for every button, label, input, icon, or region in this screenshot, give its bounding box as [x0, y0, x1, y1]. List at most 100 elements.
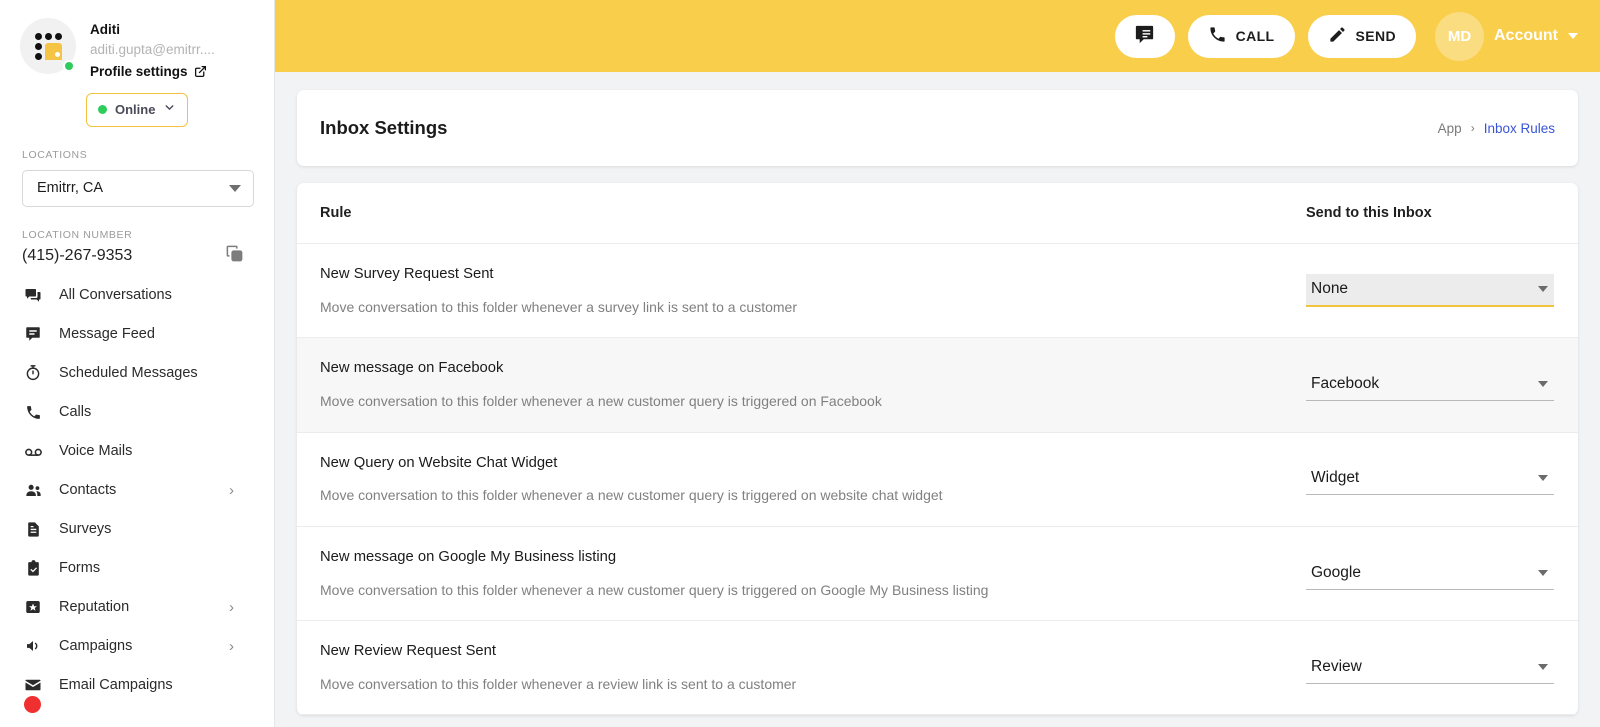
inbox-select-value: Review	[1311, 657, 1362, 675]
call-button-label: CALL	[1235, 28, 1275, 44]
sidebar-item-reputation[interactable]: Reputation ›	[0, 588, 274, 627]
sidebar-item-campaigns[interactable]: Campaigns ›	[0, 627, 274, 666]
breadcrumb: App › Inbox Rules	[1438, 121, 1555, 136]
locations-label: LOCATIONS	[22, 148, 88, 161]
reputation-star-icon	[22, 598, 44, 616]
breadcrumb-current[interactable]: Inbox Rules	[1484, 121, 1555, 136]
chevron-down-icon	[1568, 33, 1578, 39]
external-link-icon	[194, 65, 207, 78]
location-number-label: LOCATION NUMBER	[22, 228, 133, 241]
sidebar-item-label: Reputation	[59, 599, 130, 616]
status-label: Online	[115, 102, 156, 118]
profile-email: aditi.gupta@emitrr....	[90, 42, 215, 58]
copy-icon[interactable]	[225, 244, 244, 268]
inbox-select[interactable]: Facebook	[1306, 369, 1554, 401]
rule-title: New message on Facebook	[320, 360, 504, 377]
campaigns-megaphone-icon	[22, 637, 44, 655]
chevron-down-icon	[1538, 286, 1548, 293]
rule-title: New Query on Website Chat Widget	[320, 454, 558, 471]
location-select-value: Emitrr, CA	[37, 180, 104, 197]
send-button[interactable]: SEND	[1307, 14, 1416, 58]
location-number-row: (415)-267-9353	[0, 241, 274, 268]
chevron-right-icon: ›	[229, 637, 234, 655]
sidebar-item-forms[interactable]: Forms	[0, 549, 274, 588]
rule-description: Move conversation to this folder wheneve…	[320, 298, 797, 315]
profile-name: Aditi	[90, 22, 120, 37]
table-row: New Query on Website Chat Widget Move co…	[297, 433, 1578, 527]
chevron-right-icon: ›	[229, 481, 234, 499]
sidebar-item-label: Forms	[59, 560, 101, 577]
location-number-value: (415)-267-9353	[22, 246, 133, 264]
sidebar-item-all-conversations[interactable]: All Conversations	[0, 276, 274, 315]
location-select[interactable]: Emitrr, CA	[22, 169, 254, 207]
rule-description: Move conversation to this folder wheneve…	[320, 675, 797, 692]
sidebar: Aditi aditi.gupta@emitrr.... Profile set…	[0, 0, 275, 727]
account-menu[interactable]: MD Account	[1435, 11, 1578, 61]
inbox-select[interactable]: Widget	[1306, 463, 1554, 496]
sidebar-item-label: Calls	[59, 404, 92, 421]
rule-title: New message on Google My Business listin…	[320, 548, 617, 565]
send-button-label: SEND	[1355, 28, 1396, 44]
phone-icon	[22, 404, 44, 421]
survey-document-icon	[22, 521, 44, 538]
chevron-down-icon	[163, 101, 176, 119]
table-header-row: Rule Send to this Inbox	[297, 183, 1578, 244]
table-row: New Survey Request Sent Move conversatio…	[297, 244, 1578, 339]
sidebar-item-surveys[interactable]: Surveys	[0, 510, 274, 549]
rule-title: New Survey Request Sent	[320, 266, 494, 282]
email-envelope-icon	[22, 676, 44, 694]
inbox-select-value: Facebook	[1311, 374, 1380, 392]
rule-description: Move conversation to this folder wheneve…	[320, 393, 882, 409]
chevron-down-icon	[1538, 380, 1548, 387]
breadcrumb-root[interactable]: App	[1438, 121, 1462, 136]
profile-settings-link[interactable]: Profile settings	[90, 61, 215, 83]
top-header-bar: CALL SEND MD Account	[275, 0, 1600, 72]
sidebar-item-label: Scheduled Messages	[59, 365, 198, 382]
sidebar-item-voice-mails[interactable]: Voice Mails	[0, 432, 274, 471]
status-indicator-dot	[98, 105, 107, 115]
call-button[interactable]: CALL	[1187, 14, 1295, 58]
sidebar-item-contacts[interactable]: Contacts ›	[0, 471, 274, 510]
account-label: Account	[1494, 27, 1558, 44]
avatar[interactable]	[20, 18, 76, 74]
chevron-down-icon	[1538, 569, 1548, 576]
table-row: New message on Google My Business listin…	[297, 527, 1578, 622]
page-title: Inbox Settings	[320, 117, 448, 138]
page-header-card: Inbox Settings App › Inbox Rules	[297, 90, 1578, 166]
sidebar-item-label: Voice Mails	[59, 443, 133, 460]
message-feed-icon	[22, 325, 44, 343]
sidebar-item-label: Campaigns	[59, 638, 133, 655]
rule-description: Move conversation to this folder wheneve…	[320, 487, 943, 504]
inbox-select[interactable]: Review	[1306, 652, 1554, 684]
sidebar-item-calls[interactable]: Calls	[0, 393, 274, 432]
column-header-rule: Rule	[320, 205, 352, 221]
status-dropdown[interactable]: Online	[86, 92, 189, 127]
voicemail-icon	[22, 442, 44, 461]
sidebar-item-label: All Conversations	[59, 287, 172, 304]
inbox-select[interactable]: None	[1306, 274, 1554, 308]
pencil-icon	[1328, 25, 1347, 47]
sidebar-item-scheduled-messages[interactable]: Scheduled Messages	[0, 354, 274, 393]
inbox-select-value: Google	[1311, 563, 1361, 581]
forms-clipboard-icon	[22, 559, 44, 577]
page-content: Inbox Settings App › Inbox Rules Rule Se…	[275, 72, 1600, 716]
phone-icon	[1208, 25, 1227, 47]
breadcrumb-separator-icon: ›	[1470, 121, 1475, 135]
chat-button[interactable]	[1114, 14, 1175, 58]
online-status-dot	[63, 60, 75, 72]
inbox-select[interactable]: Google	[1306, 558, 1554, 590]
chevron-down-icon	[1538, 475, 1548, 482]
column-header-inbox: Send to this Inbox	[1306, 205, 1432, 221]
sidebar-item-message-feed[interactable]: Message Feed	[0, 315, 274, 354]
app-root: Aditi aditi.gupta@emitrr.... Profile set…	[0, 0, 1600, 727]
profile-section: Aditi aditi.gupta@emitrr.... Profile set…	[0, 0, 274, 83]
sidebar-item-email-campaigns[interactable]: Email Campaigns	[0, 666, 274, 713]
inbox-select-value: Widget	[1311, 469, 1360, 487]
rule-title: New Review Request Sent	[320, 643, 497, 660]
sidebar-item-label: Email Campaigns	[59, 677, 173, 694]
inbox-rules-table: Rule Send to this Inbox New Survey Reque…	[297, 183, 1578, 716]
clock-icon	[22, 364, 44, 382]
profile-settings-label: Profile settings	[90, 64, 188, 80]
contacts-icon	[22, 481, 44, 500]
inbox-select-value: None	[1311, 280, 1349, 298]
